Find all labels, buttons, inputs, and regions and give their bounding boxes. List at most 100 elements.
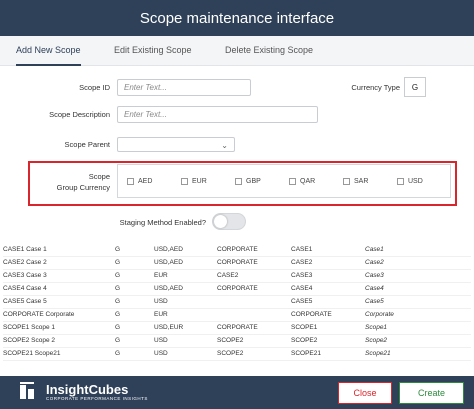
currency-type-cell: G bbox=[115, 350, 121, 357]
table-row[interactable]: CORPORATE Corporate G EUR CORPORATE Corporat… bbox=[3, 309, 471, 322]
currency-option-label: EUR bbox=[192, 178, 207, 185]
group-currency-cell: USD bbox=[154, 337, 168, 344]
staging-method-toggle[interactable] bbox=[212, 213, 246, 230]
currency-option-sar[interactable]: SAR bbox=[343, 178, 368, 185]
group-currency-box: AED EUR GBP QAR SAR USD bbox=[117, 164, 451, 198]
scope-parent-label: Scope Parent bbox=[64, 140, 110, 149]
chevron-down-icon: ⌄ bbox=[221, 141, 228, 150]
scope-id-input[interactable] bbox=[117, 79, 251, 96]
table-row[interactable]: CASE1 Case 1 G USD,AED CORPORATE CASE1 Case1 bbox=[3, 244, 471, 257]
scope-cell: SCOPE1 Scope 1 bbox=[3, 324, 56, 331]
tab-delete-existing-scope[interactable]: Delete Existing Scope bbox=[225, 36, 313, 66]
table-row[interactable]: CASE3 Case 3 G EUR CASE2 CASE3 Case3 bbox=[3, 270, 471, 283]
scope-description-cell: Case1 bbox=[365, 246, 384, 253]
window-titlebar: Scope maintenance interface bbox=[0, 0, 474, 36]
parent-cell: CASE2 bbox=[217, 272, 239, 279]
currency-option-gbp[interactable]: GBP bbox=[235, 178, 261, 185]
currency-option-qar[interactable]: QAR bbox=[289, 178, 315, 185]
scope-id-label: Scope ID bbox=[79, 83, 110, 92]
currency-type-field[interactable]: G bbox=[404, 77, 426, 97]
scope-description-input[interactable] bbox=[117, 106, 318, 123]
scope-cell: CASE1 Case 1 bbox=[3, 246, 47, 253]
currency-type-cell: G bbox=[115, 272, 121, 279]
checkbox[interactable] bbox=[235, 178, 242, 185]
currency-option-label: USD bbox=[408, 178, 423, 185]
checkbox[interactable] bbox=[127, 178, 134, 185]
insightcubes-logo: InsightCubes CORPORATE PERFORMANCE INSIG… bbox=[20, 382, 148, 402]
group-currency-cell: USD,AED bbox=[154, 259, 183, 266]
staging-method-label: Staging Method Enabled? bbox=[119, 218, 206, 227]
scope-cell: CASE3 Case 3 bbox=[3, 272, 47, 279]
currency-option-eur[interactable]: EUR bbox=[181, 178, 207, 185]
currency-type-cell: G bbox=[115, 246, 121, 253]
scope-id-cell: CASE2 bbox=[291, 259, 313, 266]
group-currency-cell: USD,AED bbox=[154, 285, 183, 292]
scope-table: CASE1 Case 1 G USD,AED CORPORATE CASE1 Case1 C… bbox=[3, 244, 471, 361]
scope-description-cell: Case2 bbox=[365, 259, 384, 266]
checkbox[interactable] bbox=[397, 178, 404, 185]
parent-cell: SCOPE2 bbox=[217, 337, 244, 344]
scope-id-cell: CASE1 bbox=[291, 246, 313, 253]
currency-option-label: SAR bbox=[354, 178, 369, 185]
scope-id-cell: CASE3 bbox=[291, 272, 313, 279]
currency-type-cell: G bbox=[115, 259, 121, 266]
logo-subtitle: CORPORATE PERFORMANCE INSIGHTS bbox=[46, 395, 148, 401]
scope-id-cell: CORPORATE bbox=[291, 311, 332, 318]
scope-description-cell: Case3 bbox=[365, 272, 384, 279]
currency-option-label: AED bbox=[138, 178, 153, 185]
scope-description-cell: Case5 bbox=[365, 298, 384, 305]
checkbox[interactable] bbox=[181, 178, 188, 185]
close-button[interactable]: Close bbox=[338, 382, 392, 404]
tab-add-new-scope[interactable]: Add New Scope bbox=[16, 36, 81, 66]
currency-option-label: GBP bbox=[246, 178, 261, 185]
group-currency-cell: EUR bbox=[154, 311, 168, 318]
group-currency-label-line2: Group Currency bbox=[56, 183, 110, 192]
table-row[interactable]: CASE5 Case 5 G USD CASE5 Case5 bbox=[3, 296, 471, 309]
tab-edit-existing-scope[interactable]: Edit Existing Scope bbox=[114, 36, 192, 66]
scope-description-cell: Scope1 bbox=[365, 324, 388, 331]
table-row[interactable]: CASE4 Case 4 G USD,AED CORPORATE CASE4 Case4 bbox=[3, 283, 471, 296]
scope-description-cell: Corporate bbox=[365, 311, 394, 318]
scope-cell: CORPORATE Corporate bbox=[3, 311, 75, 318]
checkbox[interactable] bbox=[343, 178, 350, 185]
table-row[interactable]: SCOPE2 Scope 2 G USD SCOPE2 SCOPE2 Scope2 bbox=[3, 335, 471, 348]
table-row[interactable]: SCOPE1 Scope 1 G USD,EUR CORPORATE SCOPE1 Sco… bbox=[3, 322, 471, 335]
parent-cell: CORPORATE bbox=[217, 259, 258, 266]
table-row[interactable]: CASE2 Case 2 G USD,AED CORPORATE CASE2 Case2 bbox=[3, 257, 471, 270]
scope-cell: SCOPE21 Scope21 bbox=[3, 350, 61, 357]
toggle-knob bbox=[214, 215, 227, 228]
group-currency-cell: USD,EUR bbox=[154, 324, 184, 331]
checkbox[interactable] bbox=[289, 178, 296, 185]
scope-cell: CASE5 Case 5 bbox=[3, 298, 47, 305]
group-currency-cell: USD bbox=[154, 298, 168, 305]
group-currency-cell: EUR bbox=[154, 272, 168, 279]
currency-type-value: G bbox=[411, 82, 419, 92]
scope-description-cell: Case4 bbox=[365, 285, 384, 292]
scope-description-cell: Scope21 bbox=[365, 350, 391, 357]
scope-parent-select[interactable]: ⌄ bbox=[117, 137, 235, 152]
currency-type-cell: G bbox=[115, 298, 121, 305]
logo-mark-icon bbox=[20, 382, 40, 402]
currency-option-usd[interactable]: USD bbox=[397, 178, 423, 185]
scope-description-cell: Scope2 bbox=[365, 337, 388, 344]
currency-type-cell: G bbox=[115, 285, 121, 292]
table-row[interactable]: SCOPE21 Scope21 G USD SCOPE2 SCOPE21 Scope21 bbox=[3, 348, 471, 361]
footer-bar: InsightCubes CORPORATE PERFORMANCE INSIG… bbox=[0, 376, 474, 409]
parent-cell: CORPORATE bbox=[217, 285, 258, 292]
scope-description-label: Scope Description bbox=[49, 110, 110, 119]
scope-id-cell: CASE5 bbox=[291, 298, 313, 305]
currency-type-cell: G bbox=[115, 337, 121, 344]
scope-cell: SCOPE2 Scope 2 bbox=[3, 337, 56, 344]
scope-cell: CASE4 Case 4 bbox=[3, 285, 47, 292]
titlebar-edge bbox=[468, 0, 474, 36]
group-currency-cell: USD bbox=[154, 350, 168, 357]
logo-title: InsightCubes bbox=[46, 381, 129, 397]
scope-id-cell: SCOPE2 bbox=[291, 337, 318, 344]
parent-cell: CORPORATE bbox=[217, 246, 258, 253]
scope-id-cell: SCOPE1 bbox=[291, 324, 318, 331]
currency-type-label: Currency Type bbox=[351, 83, 400, 92]
create-button[interactable]: Create bbox=[399, 382, 464, 404]
currency-option-aed[interactable]: AED bbox=[127, 178, 152, 185]
scope-id-cell: CASE4 bbox=[291, 285, 313, 292]
parent-cell: SCOPE2 bbox=[217, 350, 244, 357]
